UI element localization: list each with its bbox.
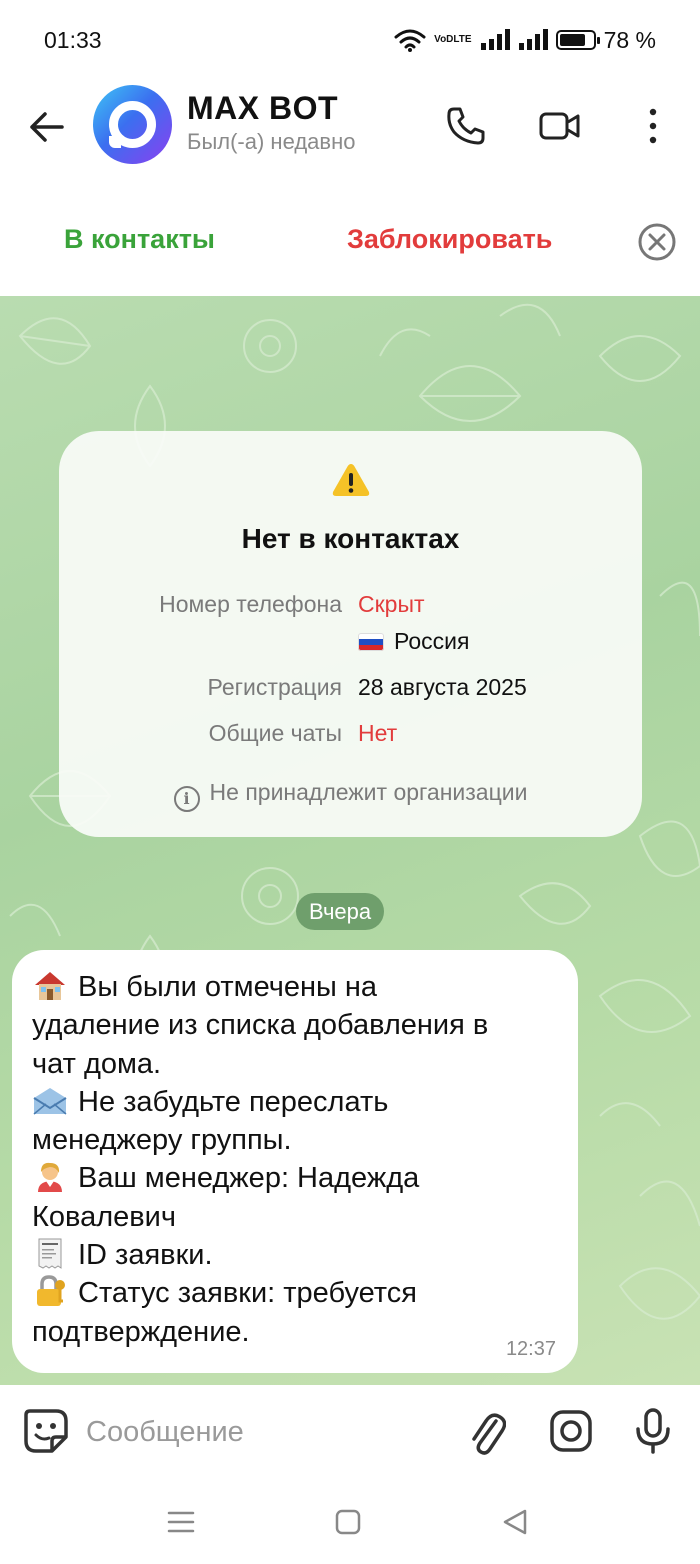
battery-icon [555, 30, 600, 50]
organization-note: i Не принадлежит организации [59, 779, 642, 812]
message-line: подтверждение. [32, 1315, 250, 1348]
triangle-back-icon [503, 1509, 527, 1535]
back-nav-button[interactable] [495, 1504, 535, 1540]
message-line: Ковалевич [32, 1200, 176, 1233]
message-text: Вы были отмечены на удаление из списка д… [32, 968, 572, 1351]
incoming-message[interactable]: Вы были отмечены на удаление из списка д… [12, 950, 578, 1373]
microphone-icon [636, 1408, 670, 1454]
add-to-contacts-button[interactable]: В контакты [64, 224, 215, 255]
message-line: Вы были отмечены на [32, 968, 572, 1006]
message-line: Ваш менеджер: Надежда [32, 1159, 572, 1197]
camera-icon [550, 1410, 592, 1452]
message-time: 12:37 [505, 1338, 556, 1360]
video-camera-icon [539, 112, 580, 140]
registration-value: 28 августа 2025 [358, 674, 527, 700]
country-name: Россия [394, 628, 470, 654]
volte-icon: VoD LTE [434, 35, 471, 45]
message-input[interactable] [86, 1412, 436, 1452]
date-divider: Вчера [296, 893, 385, 930]
organization-note-text: Не принадлежит организации [209, 779, 528, 805]
camera-button[interactable] [547, 1407, 595, 1455]
status-bar: 01:33 VoD LTE 78 % [0, 0, 700, 80]
attach-button[interactable] [462, 1407, 510, 1455]
back-arrow-icon [30, 112, 64, 142]
recent-apps-button[interactable] [161, 1504, 201, 1540]
message-line: чат дома. [32, 1047, 162, 1080]
more-options-button[interactable] [627, 100, 679, 152]
phone-value: Скрыт [358, 591, 425, 617]
message-line-text: Статус заявки: требуется [78, 1277, 417, 1310]
chat-title-block[interactable]: MAX BOT Был(-а) недавно [187, 90, 355, 155]
voice-message-button[interactable] [629, 1407, 677, 1455]
message-line: ID заявки. [32, 1236, 572, 1274]
block-button[interactable]: Заблокировать [347, 224, 552, 255]
lock-key-icon [37, 1275, 65, 1307]
close-banner-button[interactable] [637, 222, 677, 262]
office-worker-icon [38, 1163, 62, 1193]
signal-icon-sim1 [480, 29, 510, 51]
card-title: Нет в контактах [241, 523, 460, 554]
signal-icon-sim2 [518, 29, 548, 51]
volte-line1: VoD [434, 34, 454, 45]
chat-title: MAX BOT [187, 90, 339, 126]
receipt-icon [38, 1238, 62, 1270]
phone-label: Номер телефона [159, 591, 342, 617]
info-icon: i [173, 785, 200, 812]
message-line-text: Ваш менеджер: Надежда [78, 1162, 420, 1195]
contact-action-bar: В контакты Заблокировать [0, 190, 700, 294]
close-circle-icon [638, 223, 676, 261]
chat-last-seen: Был(-а) недавно [187, 129, 356, 154]
message-composer [0, 1385, 700, 1480]
common-chats-value: Нет [358, 720, 398, 746]
call-button[interactable] [440, 100, 492, 152]
message-line-text: ID заявки. [78, 1239, 213, 1272]
registration-label: Регистрация [207, 674, 342, 700]
status-icons: VoD LTE 78 % [394, 27, 656, 54]
max-logo-icon [109, 101, 156, 148]
message-line: удаление из списка добавления в [32, 1009, 489, 1042]
message-line-text: Вы были отмечены на [78, 971, 378, 1003]
video-call-button[interactable] [534, 100, 586, 152]
more-vertical-icon [649, 108, 657, 144]
envelope-icon [33, 1087, 67, 1115]
system-navigation-bar [0, 1480, 700, 1564]
chat-header: MAX BOT Был(-а) недавно [0, 80, 700, 170]
phone-icon [447, 107, 485, 145]
square-icon [335, 1509, 361, 1535]
paperclip-icon [472, 1413, 506, 1455]
message-line: Статус заявки: требуется [32, 1274, 572, 1312]
house-icon [35, 972, 65, 1000]
menu-lines-icon [167, 1511, 195, 1533]
warning-icon [332, 464, 370, 496]
battery-percent: 78 % [603, 26, 656, 53]
russia-flag-icon [358, 633, 384, 651]
message-line-text: Не забудьте переслать [78, 1085, 389, 1118]
status-time: 01:33 [44, 26, 102, 53]
sticker-icon [24, 1409, 68, 1453]
battery-fill [559, 34, 585, 46]
avatar[interactable] [93, 85, 172, 164]
home-button[interactable] [328, 1504, 368, 1540]
sticker-button[interactable] [22, 1407, 70, 1455]
volte-line2: LTE [453, 34, 472, 45]
common-chats-label: Общие чаты [208, 720, 342, 746]
wifi-icon [394, 28, 426, 52]
message-line: Не забудьте переслать [32, 1083, 572, 1121]
back-button[interactable] [22, 102, 72, 152]
country-value: Россия [358, 628, 469, 655]
message-line: менеджеру группы. [32, 1124, 292, 1157]
contact-info-card: Нет в контактах Номер телефона Скрыт Рос… [59, 431, 642, 837]
chat-area[interactable]: Нет в контактах Номер телефона Скрыт Рос… [0, 296, 700, 1385]
